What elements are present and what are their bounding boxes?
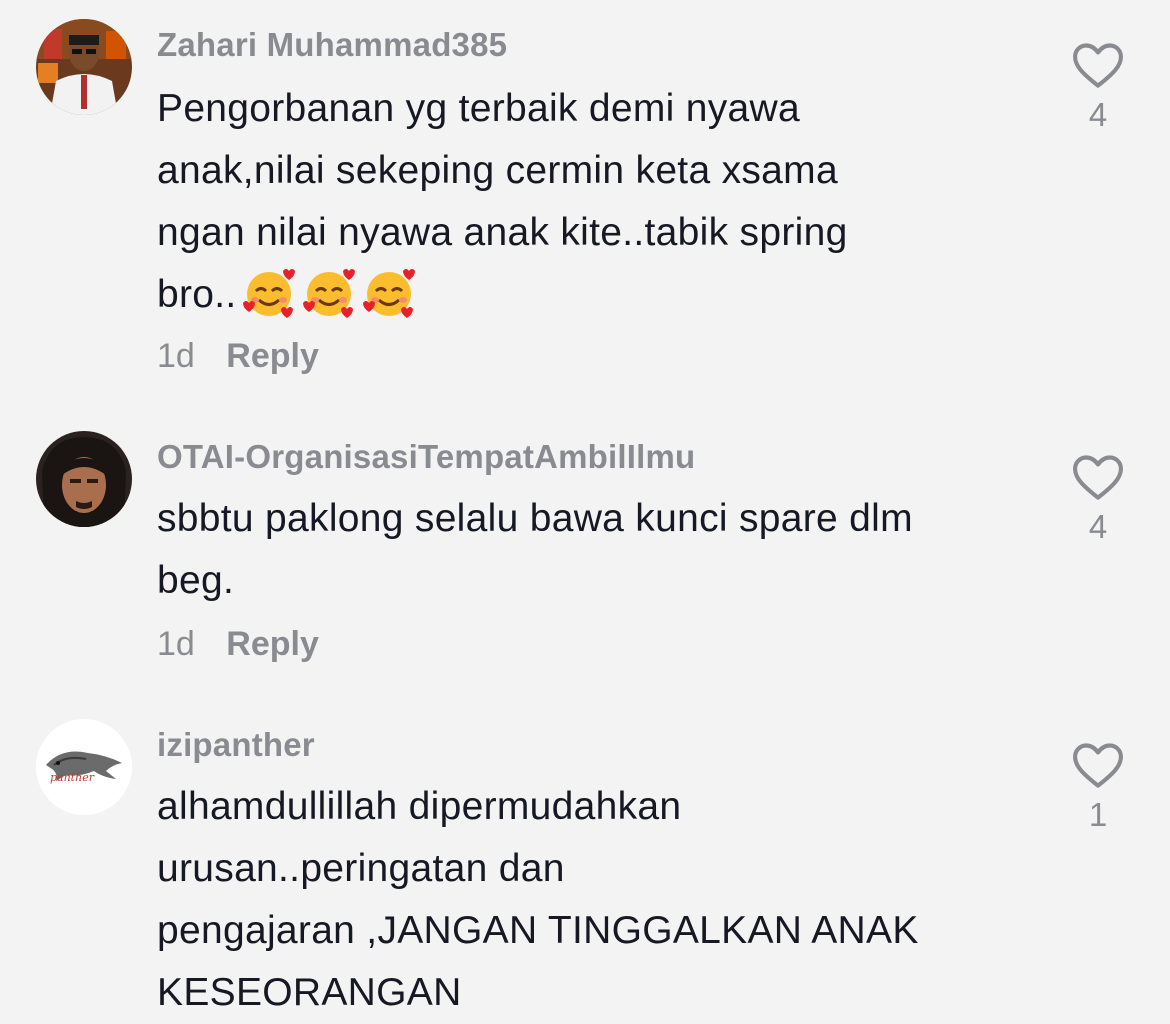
comment-text-line: beg.: [157, 559, 235, 602]
heart-outline-icon: [1073, 455, 1123, 500]
comment-username[interactable]: Zahari Muhammad385: [157, 26, 507, 64]
comment-text: alhamdullillah dipermudahkan urusan..per…: [157, 776, 1017, 1024]
comment-meta: 1d Reply: [157, 625, 319, 664]
avatar-photo: [36, 431, 132, 527]
comment-text-line-with-emoji: bro..: [157, 264, 1017, 326]
like-count: 1: [1088, 796, 1108, 833]
like-count: 4: [1088, 96, 1108, 133]
comment-text-line: ngan nilai nyawa anak kite..tabik spring: [157, 211, 848, 254]
comment-timestamp: 1d: [157, 337, 195, 375]
reply-button[interactable]: Reply: [226, 625, 319, 663]
comment-text-line: bro..: [157, 273, 237, 316]
comment-text-line: urusan..peringatan dan: [157, 847, 565, 890]
comment-username[interactable]: izipanther: [157, 726, 315, 764]
comment-text: sbbtu paklong selalu bawa kunci spare dl…: [157, 488, 1017, 612]
heart-outline-icon: [1073, 43, 1123, 88]
avatar[interactable]: [36, 431, 132, 527]
like-count: 4: [1088, 508, 1108, 545]
comment-text-line: pengajaran ,JANGAN TINGGALKAN ANAK: [157, 909, 919, 952]
avatar-label: panther: [50, 771, 95, 784]
avatar[interactable]: [36, 19, 132, 115]
comment-text-line: sbbtu paklong selalu bawa kunci spare dl…: [157, 497, 913, 540]
avatar-photo: [36, 19, 132, 115]
smiling-face-with-hearts-emoji: [302, 269, 355, 318]
comment-text-line: alhamdullillah dipermudahkan: [157, 785, 682, 828]
like-button[interactable]: 4: [1068, 454, 1128, 546]
avatar[interactable]: panther: [36, 719, 132, 815]
comment-text-line: anak,nilai sekeping cermin keta xsama: [157, 149, 838, 192]
smiling-face-with-hearts-emoji: [362, 269, 415, 318]
avatar-photo: panther: [36, 719, 132, 815]
heart-outline-icon: [1073, 743, 1123, 788]
comment-username[interactable]: OTAI-OrganisasiTempatAmbilIlmu: [157, 438, 695, 476]
comment-text: Pengorbanan yg terbaik demi nyawa anak,n…: [157, 78, 1017, 326]
comment-text-line: Pengorbanan yg terbaik demi nyawa: [157, 87, 800, 130]
emoji-group: [237, 269, 417, 318]
comment-timestamp: 1d: [157, 625, 195, 663]
comment-meta: 1d Reply: [157, 337, 319, 376]
like-button[interactable]: 4: [1068, 42, 1128, 134]
reply-button[interactable]: Reply: [226, 337, 319, 375]
smiling-face-with-hearts-emoji: [242, 269, 295, 318]
like-button[interactable]: 1: [1068, 742, 1128, 834]
